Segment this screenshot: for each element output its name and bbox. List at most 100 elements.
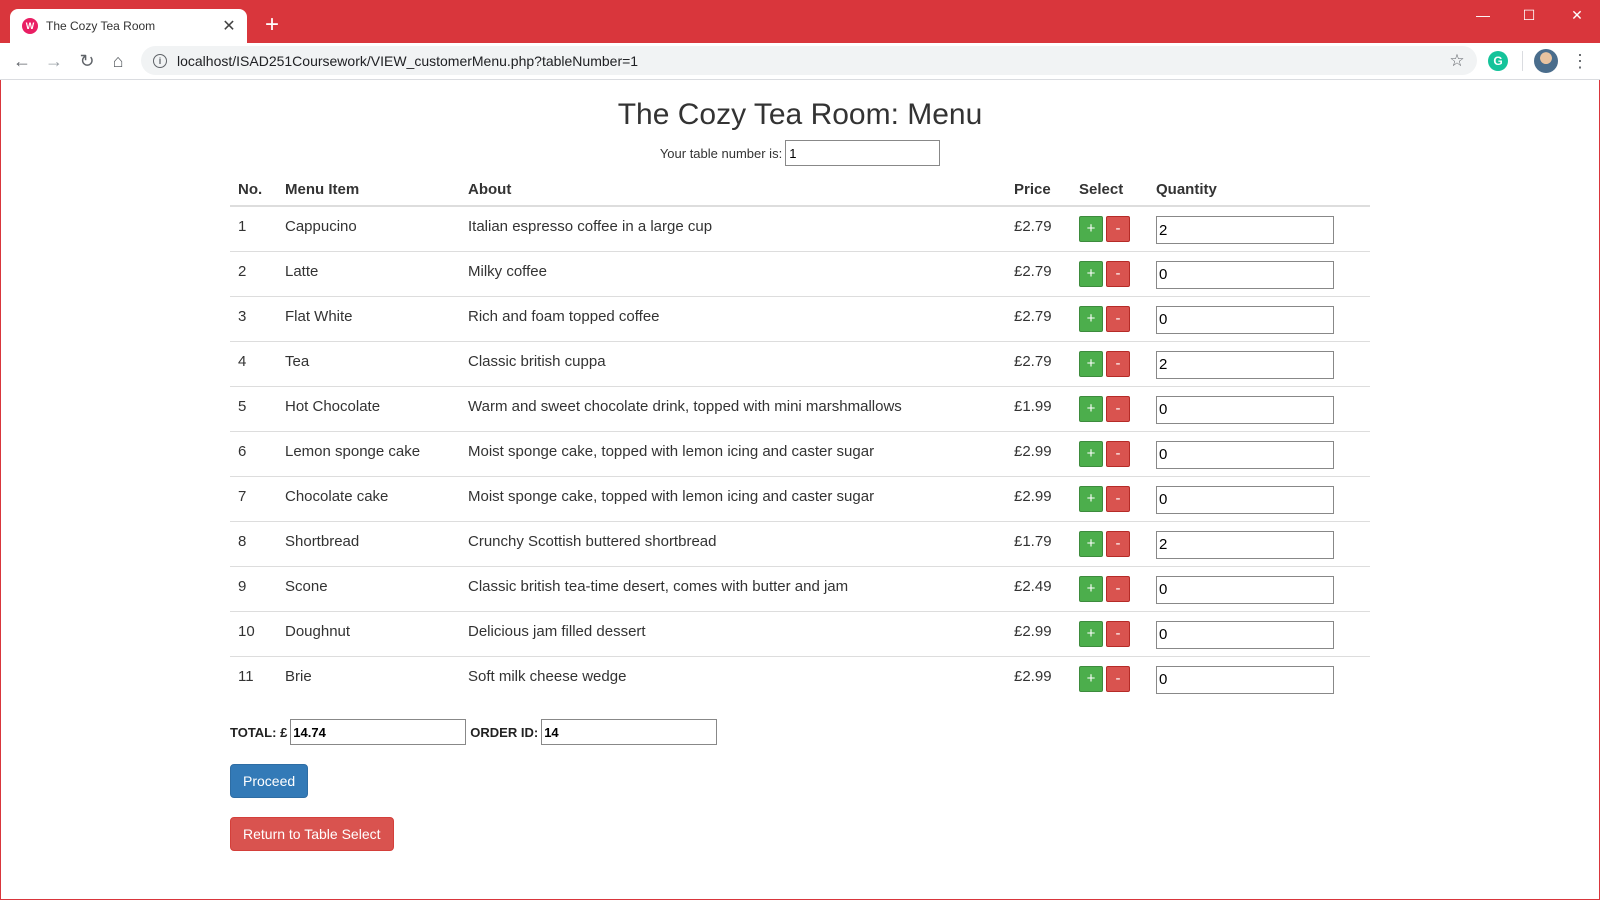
remove-item-button[interactable]: -: [1106, 216, 1130, 242]
table-row: 3 Flat White Rich and foam topped coffee £2…: [230, 296, 1370, 342]
url-text[interactable]: localhost/ISAD251Coursework/VIEW_custome…: [177, 53, 1445, 69]
table-number-row: Your table number is:: [230, 140, 1370, 166]
quantity-field[interactable]: [1156, 395, 1334, 424]
add-item-button[interactable]: +: [1079, 305, 1103, 332]
row-menu-item: Brie: [285, 667, 312, 685]
row-price: £2.79: [1006, 206, 1071, 252]
browser-menu-icon[interactable]: ⋮: [1570, 47, 1590, 75]
minimize-window-icon[interactable]: —: [1460, 0, 1506, 30]
remove-item-button[interactable]: -: [1106, 485, 1130, 512]
add-item-button[interactable]: +: [1079, 665, 1103, 692]
table-row: 4 Tea Classic british cuppa £2.79 + -: [230, 341, 1370, 387]
row-quantity: [1148, 206, 1370, 252]
browser-toolbar: ← → ↻ ⌂ i localhost/ISAD251Coursework/VI…: [0, 43, 1600, 80]
menu-table: No. Menu Item About Price Select Quantit…: [230, 174, 1370, 701]
row-price: £2.99: [1014, 667, 1052, 685]
order-id-label: ORDER ID:: [470, 724, 539, 740]
home-icon[interactable]: ⌂: [104, 47, 132, 75]
back-arrow-icon[interactable]: ←: [8, 47, 36, 75]
return-to-table-select-button[interactable]: Return to Table Select: [230, 817, 394, 851]
table-number-label: Your table number is:: [659, 145, 783, 161]
quantity-field[interactable]: [1156, 575, 1334, 604]
row-quantity: [1148, 566, 1370, 612]
row-price: £2.79: [1006, 341, 1071, 387]
table-row: 10 Doughnut Delicious jam filled dessert £2…: [230, 611, 1370, 657]
add-item-button[interactable]: +: [1079, 216, 1103, 242]
table-number-field[interactable]: [785, 140, 941, 166]
remove-item-button[interactable]: -: [1106, 665, 1130, 692]
row-quantity: [1148, 611, 1370, 657]
row-about: Moist sponge cake, topped with lemon ici…: [460, 431, 1006, 477]
close-window-icon[interactable]: ✕: [1554, 0, 1600, 30]
row-number: 7: [230, 476, 277, 522]
remove-item-button[interactable]: -: [1106, 350, 1130, 377]
row-select: + -: [1071, 296, 1148, 342]
table-row: 5 Hot Chocolate Warm and sweet chocolate d…: [230, 386, 1370, 432]
row-select: + -: [1071, 431, 1148, 477]
site-favicon-icon: W: [22, 18, 38, 34]
remove-item-button[interactable]: -: [1106, 440, 1130, 467]
add-item-button[interactable]: +: [1079, 620, 1103, 647]
add-item-button[interactable]: +: [1079, 485, 1103, 512]
row-number: 10: [230, 611, 277, 657]
quantity-field[interactable]: [1156, 620, 1334, 649]
quantity-field[interactable]: [1156, 350, 1334, 379]
row-number: 4: [230, 341, 277, 387]
row-price: £2.99: [1006, 611, 1071, 657]
close-tab-icon[interactable]: ✕: [219, 16, 239, 36]
address-bar[interactable]: i localhost/ISAD251Coursework/VIEW_custo…: [141, 46, 1477, 75]
row-number: 11: [238, 667, 254, 685]
remove-item-button[interactable]: -: [1106, 530, 1130, 557]
row-select: + -: [1071, 341, 1148, 387]
row-about: Delicious jam filled dessert: [460, 611, 1006, 657]
quantity-field[interactable]: [1156, 440, 1334, 469]
site-info-icon[interactable]: i: [153, 53, 167, 68]
grammarly-extension-icon[interactable]: G: [1488, 51, 1508, 71]
quantity-field[interactable]: [1156, 530, 1334, 559]
quantity-field[interactable]: [1156, 260, 1334, 289]
row-menu-item: Doughnut: [277, 611, 460, 657]
add-item-button[interactable]: +: [1079, 440, 1103, 467]
add-item-button[interactable]: +: [1079, 395, 1103, 422]
browser-tab[interactable]: W The Cozy Tea Room ✕: [10, 9, 247, 43]
row-number: 5: [230, 386, 277, 432]
add-item-button[interactable]: +: [1079, 260, 1103, 287]
header-no: No.: [230, 174, 277, 207]
row-about: Moist sponge cake, topped with lemon ici…: [460, 476, 1006, 522]
remove-item-button[interactable]: -: [1106, 575, 1130, 602]
add-item-button[interactable]: +: [1079, 350, 1103, 377]
table-row: 7 Chocolate cake Moist sponge cake, topped…: [230, 476, 1370, 522]
profile-avatar[interactable]: [1534, 49, 1558, 73]
forward-arrow-icon[interactable]: →: [40, 47, 68, 75]
row-quantity: [1148, 476, 1370, 522]
row-about: Italian espresso coffee in a large cup: [460, 206, 1006, 252]
proceed-button[interactable]: Proceed: [230, 764, 309, 798]
page-title: The Cozy Tea Room: Menu: [617, 98, 983, 131]
row-select: + -: [1071, 386, 1148, 432]
bookmark-star-icon[interactable]: ☆: [1445, 51, 1469, 71]
row-menu-item: Scone: [277, 566, 460, 612]
row-about: Crunchy Scottish buttered shortbread: [460, 521, 1006, 567]
row-quantity: [1148, 296, 1370, 342]
remove-item-button[interactable]: -: [1106, 260, 1130, 287]
quantity-field[interactable]: [1156, 305, 1334, 334]
reload-icon[interactable]: ↻: [73, 47, 101, 75]
row-select: + -: [1071, 251, 1148, 297]
header-select: Select: [1071, 174, 1148, 207]
new-tab-icon[interactable]: +: [258, 11, 286, 39]
row-number: 8: [230, 521, 277, 567]
remove-item-button[interactable]: -: [1106, 620, 1130, 647]
order-id-field[interactable]: [541, 719, 718, 745]
add-item-button[interactable]: +: [1079, 575, 1103, 602]
total-field[interactable]: [290, 719, 467, 745]
quantity-field[interactable]: [1156, 485, 1334, 514]
quantity-field[interactable]: [1156, 216, 1334, 244]
quantity-field[interactable]: [1156, 665, 1334, 694]
remove-item-button[interactable]: -: [1106, 305, 1130, 332]
maximize-window-icon[interactable]: ☐: [1506, 0, 1552, 30]
header-about: About: [460, 174, 1006, 207]
remove-item-button[interactable]: -: [1106, 395, 1130, 422]
add-item-button[interactable]: +: [1079, 530, 1103, 557]
menu-table-body: 1 Cappucino Italian espresso coffee in a l…: [230, 206, 1370, 701]
row-quantity: [1148, 521, 1370, 567]
